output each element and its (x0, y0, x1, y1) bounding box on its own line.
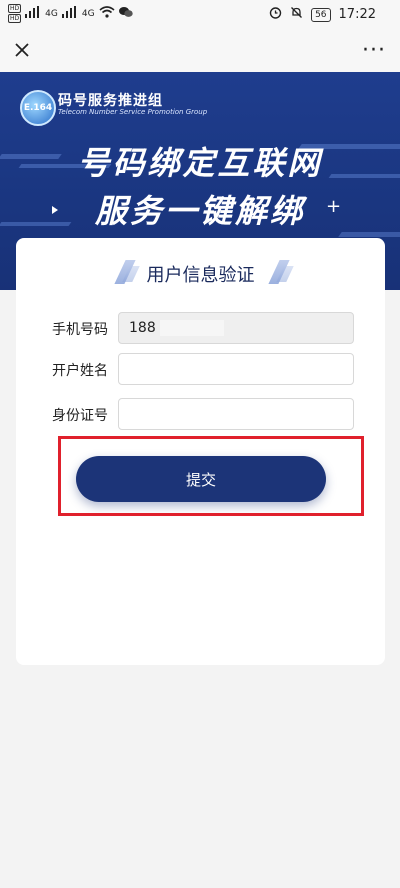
id-input[interactable] (118, 398, 354, 430)
signal-icon-1 (25, 6, 41, 21)
highlight-box (58, 436, 364, 516)
close-icon (15, 43, 29, 57)
status-time: 17:22 (338, 7, 376, 22)
id-row: 身份证号 (16, 398, 385, 430)
decor-stripe (338, 232, 400, 237)
hd-label-1: HD (8, 4, 22, 13)
name-row: 开户姓名 (16, 353, 385, 385)
name-input[interactable] (118, 353, 354, 385)
card-title: 用户信息验证 (146, 265, 255, 286)
org-logo: E.164 (20, 90, 56, 126)
alarm-icon (269, 6, 282, 23)
network-label-2: 4G (81, 8, 95, 19)
top-bar: ··· (0, 28, 400, 72)
name-label: 开户姓名 (52, 363, 108, 379)
id-label: 身份证号 (52, 408, 108, 424)
hd-indicator: HD HD (8, 4, 22, 23)
battery-indicator: 56 (311, 7, 331, 22)
status-icons-right: 56 17:22 (269, 6, 376, 23)
org-subtitle: Telecom Number Service Promotion Group (58, 108, 208, 116)
close-button[interactable] (8, 36, 36, 64)
phone-row: 手机号码 188 (16, 312, 385, 344)
mute-bell-icon (290, 6, 303, 23)
redaction-mask (160, 320, 224, 336)
status-icons-left: HD HD 4G 4G (8, 4, 133, 23)
status-bar: HD HD 4G 4G 56 17:22 (0, 0, 400, 28)
plus-decor-icon: + (326, 196, 342, 217)
more-options-button[interactable]: ··· (362, 36, 386, 64)
headline-line-1: 号码绑定互联网 (77, 144, 323, 182)
phone-label: 手机号码 (52, 322, 108, 338)
more-icon: ··· (362, 37, 386, 63)
phone-input[interactable]: 188 (118, 312, 354, 344)
card-title-row: 用户信息验证 (16, 258, 385, 288)
network-label-1: 4G (45, 8, 58, 19)
wifi-icon (99, 6, 115, 21)
wechat-icon (118, 6, 133, 21)
phone-value: 188 (129, 320, 156, 336)
hd-label-2: HD (8, 14, 22, 23)
org-name: 码号服务推进组 (58, 93, 163, 109)
signal-icon-2 (61, 6, 78, 21)
